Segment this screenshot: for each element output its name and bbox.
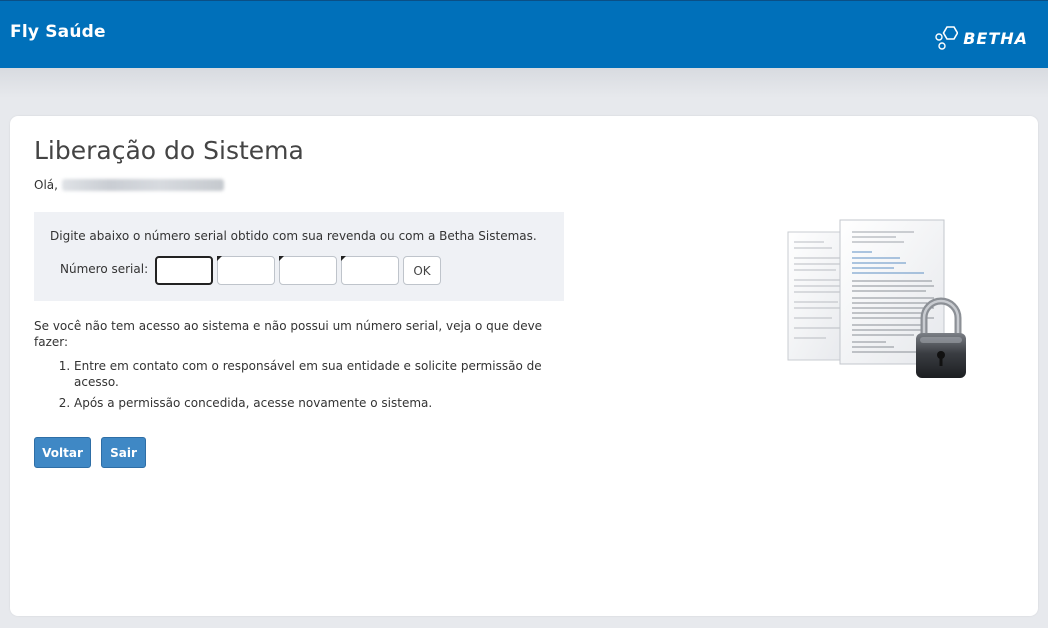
brand-name: BETHA bbox=[963, 28, 1028, 48]
main-card: Liberação do Sistema Olá, Digite abaixo … bbox=[10, 116, 1038, 616]
user-name-redacted bbox=[61, 179, 224, 191]
serial-instruction: Digite abaixo o número serial obtido com… bbox=[50, 229, 537, 243]
help-step: Entre em contato com o responsável em su… bbox=[74, 358, 564, 390]
ok-button[interactable]: OK bbox=[403, 256, 441, 285]
serial-field-4[interactable] bbox=[341, 256, 399, 285]
app-title: Fly Saúde bbox=[10, 22, 106, 42]
serial-label: Número serial: bbox=[60, 262, 149, 276]
brand-logo: BETHA bbox=[934, 23, 1028, 53]
help-steps: Entre em contato com o responsável em su… bbox=[34, 358, 564, 416]
help-intro: Se você não tem acesso ao sistema e não … bbox=[34, 319, 543, 349]
greeting-text: Olá, bbox=[34, 178, 58, 192]
top-bar: Fly Saúde BETHA bbox=[0, 0, 1048, 68]
help-step: Após a permissão concedida, acesse novam… bbox=[74, 395, 564, 411]
serial-panel: Digite abaixo o número serial obtido com… bbox=[34, 212, 564, 301]
exit-button[interactable]: Sair bbox=[101, 437, 146, 468]
serial-field-1[interactable] bbox=[155, 256, 213, 285]
back-button[interactable]: Voltar bbox=[34, 437, 91, 468]
locked-documents-icon bbox=[787, 219, 966, 378]
greeting: Olá, bbox=[34, 178, 224, 192]
serial-field-3[interactable] bbox=[279, 256, 337, 285]
header-shadow bbox=[0, 68, 1048, 98]
betha-hexagon-logo-icon bbox=[935, 26, 959, 50]
page-title: Liberação do Sistema bbox=[34, 136, 304, 165]
serial-field-2[interactable] bbox=[217, 256, 275, 285]
